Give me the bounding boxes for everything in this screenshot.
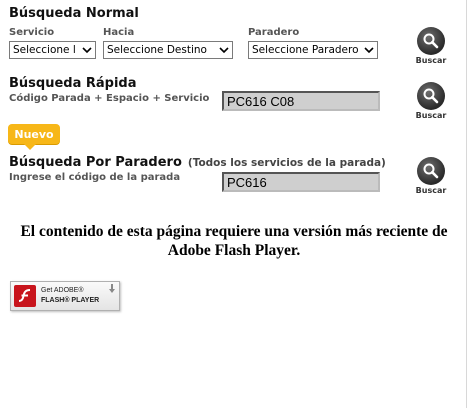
chevron-down-icon xyxy=(219,47,229,54)
search-icon xyxy=(417,82,445,110)
flash-message: El contenido de esta página requiere una… xyxy=(0,222,468,260)
busqueda-paradero-title-text: Búsqueda Por Paradero xyxy=(9,155,182,170)
buscar-normal-button[interactable]: Buscar xyxy=(414,27,448,65)
flash-logo-icon xyxy=(14,285,36,307)
flash-badge-line2: FLASH® PLAYER xyxy=(41,297,100,304)
page-frame xyxy=(0,0,467,408)
busqueda-paradero-title: Búsqueda Por Paradero (Todos los servicio… xyxy=(9,155,386,170)
search-icon xyxy=(417,157,445,185)
chevron-down-icon xyxy=(364,47,374,54)
busqueda-paradero-note: (Todos los servicios de la parada) xyxy=(187,157,386,169)
download-arrow-icon xyxy=(109,284,115,293)
paradero-select[interactable]: Seleccione Paradero xyxy=(248,41,378,59)
servicio-select[interactable]: Seleccione l xyxy=(9,41,96,59)
get-flash-player-button[interactable]: Get ADOBE® FLASH® PLAYER xyxy=(10,281,120,311)
paradero-label: Paradero xyxy=(248,27,300,38)
buscar-label: Buscar xyxy=(415,56,447,65)
hacia-label: Hacia xyxy=(103,27,135,38)
buscar-label: Buscar xyxy=(415,186,447,195)
busqueda-rapida-input[interactable]: PC616 C08 xyxy=(222,91,380,111)
badge-tail xyxy=(24,144,36,150)
destino-select-value: Seleccione Destino xyxy=(107,44,207,56)
paradero-select-value: Seleccione Paradero xyxy=(252,44,359,56)
chevron-down-icon xyxy=(82,47,92,54)
search-icon xyxy=(417,27,445,55)
destino-select[interactable]: Seleccione Destino xyxy=(103,41,233,59)
nuevo-badge-label: Nuevo xyxy=(14,127,54,141)
busqueda-rapida-hint: Código Parada + Espacio + Servicio xyxy=(9,93,210,104)
buscar-rapida-button[interactable]: Buscar xyxy=(414,82,448,120)
busqueda-paradero-input[interactable]: PC616 xyxy=(222,172,380,192)
flash-message-line1: El contenido de esta página requiere una… xyxy=(20,223,448,240)
busqueda-normal-title: Búsqueda Normal xyxy=(9,6,139,21)
nuevo-badge: Nuevo xyxy=(8,124,60,150)
buscar-paradero-button[interactable]: Buscar xyxy=(414,157,448,195)
servicio-select-value: Seleccione l xyxy=(13,44,76,56)
busqueda-rapida-title: Búsqueda Rápida xyxy=(9,76,137,91)
flash-message-line2: Adobe Flash Player. xyxy=(167,242,301,259)
flash-badge-line1: Get ADOBE® xyxy=(41,287,84,294)
servicio-label: Servicio xyxy=(9,27,55,38)
buscar-label: Buscar xyxy=(415,111,447,120)
busqueda-paradero-hint: Ingrese el código de la parada xyxy=(9,172,181,183)
